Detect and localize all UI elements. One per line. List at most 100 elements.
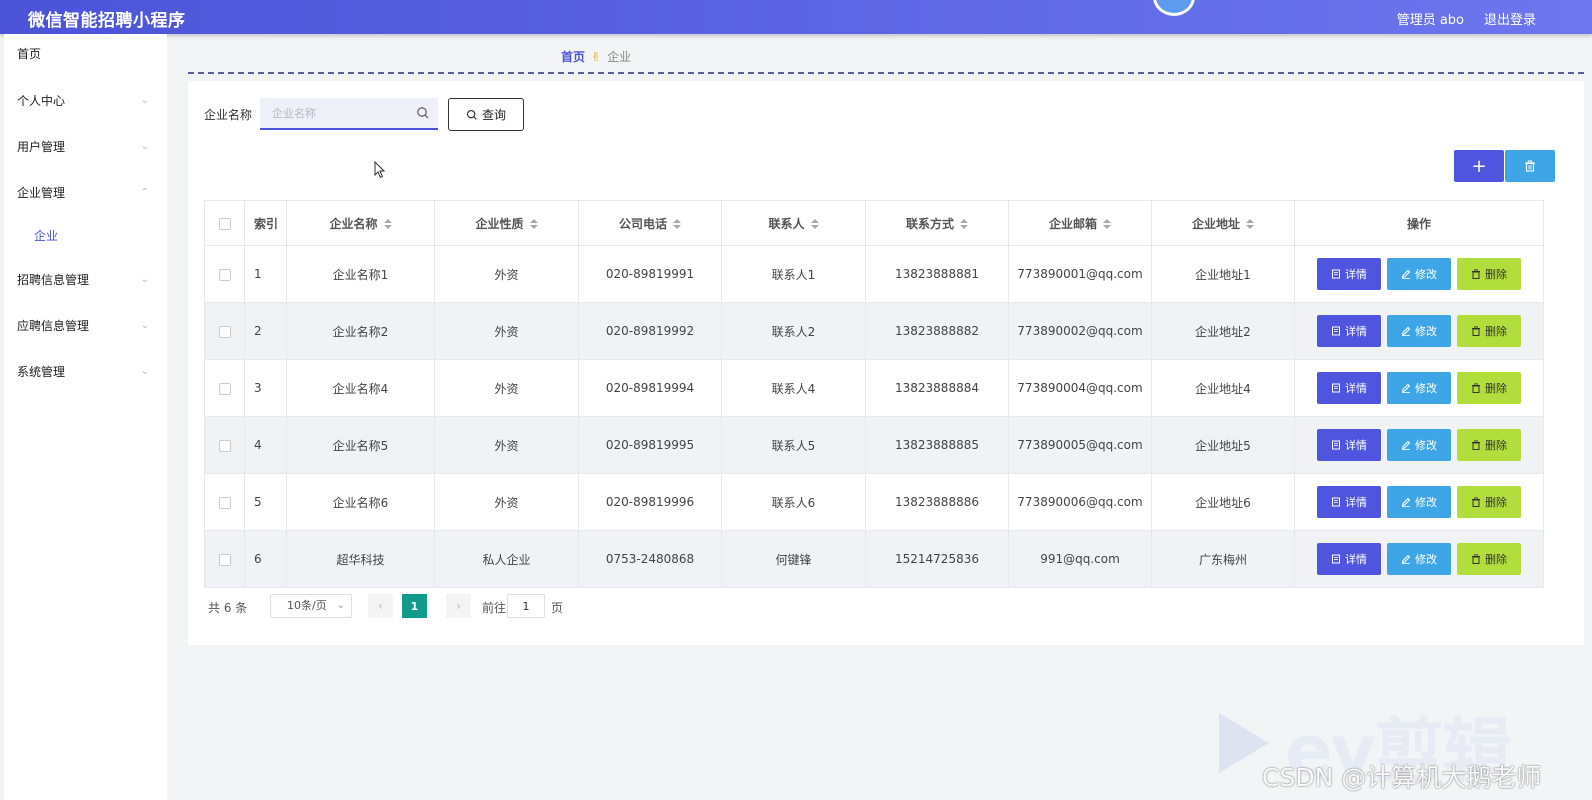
edit-button[interactable]: 修改 [1387, 543, 1451, 575]
detail-button-label: 详情 [1345, 439, 1367, 452]
email-cell: 773890001@qq.com [1008, 245, 1152, 303]
edit-icon [1401, 383, 1411, 393]
sort-icon [1246, 219, 1254, 229]
logout-link[interactable]: 退出登录 [1484, 9, 1536, 28]
detail-button[interactable]: 详情 [1317, 372, 1381, 404]
app-title: 微信智能招聘小程序 [28, 11, 186, 31]
detail-button[interactable]: 详情 [1317, 315, 1381, 347]
prev-page-button[interactable]: ‹ [368, 594, 393, 618]
row-select-cell [204, 245, 245, 303]
search-label: 企业名称 [204, 108, 253, 122]
column-header-email[interactable]: 企业邮箱 [1008, 200, 1152, 246]
sidebar-item-label: 个人中心 [17, 94, 66, 108]
sidebar-item-label: 首页 [17, 47, 42, 61]
table-row: 4 企业名称5 外资 020-89819995 联系人5 13823888885 77389… [204, 416, 1544, 474]
breadcrumb-current: 企业 [607, 50, 632, 64]
column-header-label: 公司电话 [618, 216, 667, 231]
edit-button[interactable]: 修改 [1387, 486, 1451, 518]
add-button[interactable]: + [1454, 150, 1504, 182]
row-checkbox[interactable] [218, 325, 231, 338]
column-header-index: 索引 [244, 200, 287, 246]
page-number-current[interactable]: 1 [402, 594, 427, 618]
column-header-label: 企业性质 [475, 216, 524, 231]
column-header-nature[interactable]: 企业性质 [434, 200, 579, 246]
document-icon [1332, 326, 1340, 336]
name-cell: 企业名称1 [286, 245, 435, 303]
row-checkbox[interactable] [218, 496, 231, 509]
watermark-credit: CSDN @计算机大鹅老师 [1262, 763, 1542, 792]
sidebar-item-application-management[interactable]: 应聘信息管理 ⌄ [4, 308, 167, 344]
edit-icon [1401, 440, 1411, 450]
address-cell: 广东梅州 [1151, 530, 1295, 588]
search-field [260, 98, 438, 130]
detail-button[interactable]: 详情 [1317, 429, 1381, 461]
column-header-name[interactable]: 企业名称 [286, 200, 435, 246]
email-cell: 773890005@qq.com [1008, 416, 1152, 474]
query-button[interactable]: 查询 [448, 98, 524, 131]
phone-cell: 020-89819995 [578, 416, 722, 474]
sidebar-item-home[interactable]: 首页 [4, 36, 167, 72]
sort-icon [383, 219, 392, 229]
edit-button-label: 修改 [1415, 382, 1437, 395]
trash-icon [1472, 554, 1480, 564]
edit-button[interactable]: 修改 [1387, 315, 1451, 347]
actions-cell: 详情 修改 删除 [1294, 359, 1544, 417]
row-checkbox[interactable] [218, 382, 231, 395]
nature-cell: 外资 [434, 302, 579, 360]
sidebar-subitem-company[interactable]: 企业 [4, 221, 167, 251]
sidebar-item-company-management[interactable]: 企业管理 ⌃ [4, 175, 167, 211]
row-checkbox[interactable] [218, 553, 231, 566]
email-cell: 991@qq.com [1008, 530, 1152, 588]
edit-button-label: 修改 [1415, 325, 1437, 338]
sidebar-item-personal-center[interactable]: 个人中心 ⌄ [4, 83, 167, 119]
edit-button[interactable]: 修改 [1387, 258, 1451, 290]
batch-delete-button[interactable] [1505, 150, 1555, 182]
delete-button[interactable]: 删除 [1457, 429, 1521, 461]
chevron-down-icon: ⌄ [140, 366, 149, 377]
column-header-label: 企业邮箱 [1048, 216, 1097, 231]
detail-button[interactable]: 详情 [1317, 486, 1381, 518]
breadcrumb-home[interactable]: 首页 [561, 50, 585, 64]
sidebar-item-system-management[interactable]: 系统管理 ⌄ [4, 354, 167, 390]
edit-button-label: 修改 [1415, 268, 1437, 281]
phone-cell: 020-89819991 [578, 245, 722, 303]
edit-button[interactable]: 修改 [1387, 429, 1451, 461]
phone-cell: 0753-2480868 [578, 530, 722, 588]
goto-page-input[interactable] [507, 594, 545, 618]
delete-button[interactable]: 删除 [1457, 486, 1521, 518]
select-all-checkbox[interactable] [218, 217, 231, 230]
search-input[interactable] [260, 98, 410, 128]
next-page-button[interactable]: › [446, 594, 471, 618]
table-body: 1 企业名称1 外资 020-89819991 联系人1 13823888881 77389… [204, 245, 1544, 588]
sidebar-item-label: 系统管理 [17, 365, 66, 379]
column-header-contact[interactable]: 联系人 [721, 200, 866, 246]
edit-button[interactable]: 修改 [1387, 372, 1451, 404]
pagination-total: 共 6 条 [208, 601, 248, 615]
delete-button[interactable]: 删除 [1457, 372, 1521, 404]
document-icon [1332, 440, 1340, 450]
detail-button[interactable]: 详情 [1317, 543, 1381, 575]
name-cell: 企业名称5 [286, 416, 435, 474]
edit-icon [1401, 497, 1411, 507]
delete-button[interactable]: 删除 [1457, 258, 1521, 290]
column-header-address[interactable]: 企业地址 [1151, 200, 1295, 246]
column-header-mobile[interactable]: 联系方式 [865, 200, 1009, 246]
delete-button[interactable]: 删除 [1457, 543, 1521, 575]
mobile-cell: 13823888881 [865, 245, 1009, 303]
sort-icon [960, 219, 968, 229]
document-icon [1332, 554, 1340, 564]
delete-button-label: 删除 [1485, 496, 1507, 509]
chevron-down-icon: ⌄ [140, 320, 149, 331]
sidebar-item-job-management[interactable]: 招聘信息管理 ⌄ [4, 262, 167, 298]
mobile-cell: 13823888884 [865, 359, 1009, 417]
row-checkbox[interactable] [218, 439, 231, 452]
nature-cell: 私人企业 [434, 530, 579, 588]
page-size-select[interactable]: 10条/页 ⌄ [270, 594, 352, 618]
detail-button[interactable]: 详情 [1317, 258, 1381, 290]
row-checkbox[interactable] [218, 268, 231, 281]
sidebar-item-user-management[interactable]: 用户管理 ⌄ [4, 129, 167, 165]
delete-button[interactable]: 删除 [1457, 315, 1521, 347]
row-select-cell [204, 416, 245, 474]
column-header-phone[interactable]: 公司电话 [578, 200, 722, 246]
nature-cell: 外资 [434, 473, 579, 531]
